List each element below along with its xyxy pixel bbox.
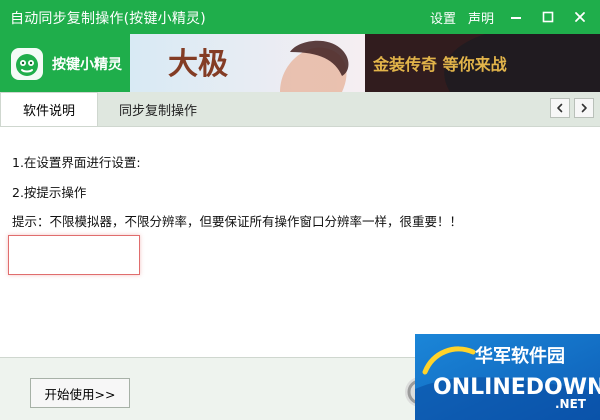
- ad-right-art: 金装传奇 等你来战: [365, 34, 600, 92]
- tab-bar: 软件说明 同步复制操作: [0, 92, 600, 127]
- ad-right-text: 金装传奇 等你来战: [372, 55, 507, 74]
- title-actions: 设置 声明: [430, 0, 600, 34]
- instruction-line-1: 1.在设置界面进行设置:: [12, 155, 141, 170]
- placeholder-box: [8, 235, 140, 275]
- minimize-icon: [511, 17, 521, 19]
- ad-left-text: 大极: [168, 47, 228, 82]
- tab-label: 同步复制操作: [118, 103, 197, 119]
- chevron-right-icon: [581, 103, 587, 113]
- instruction-line-2: 2.按提示操作: [12, 185, 87, 200]
- watermark: 华军软件园 ONLINEDOWN .NET: [415, 334, 600, 420]
- watermark-cn: 华军软件园: [475, 345, 565, 367]
- title-bar: 自动同步复制操作(按键小精灵) 设置 声明: [0, 0, 600, 34]
- start-button[interactable]: 开始使用>>: [30, 378, 130, 408]
- tab-next-button[interactable]: [574, 98, 594, 118]
- maximize-icon: [542, 11, 554, 23]
- close-button[interactable]: [570, 7, 590, 27]
- statement-link[interactable]: 声明: [468, 8, 494, 27]
- window-title: 自动同步复制操作(按键小精灵): [10, 11, 206, 27]
- close-icon: [575, 12, 585, 22]
- ad-banner[interactable]: 大极 金装传奇 等你来战: [130, 34, 600, 92]
- settings-link[interactable]: 设置: [430, 8, 456, 27]
- sprite-logo-icon: [11, 48, 43, 80]
- watermark-suffix: .NET: [555, 397, 587, 411]
- tab-navigation: [550, 98, 594, 118]
- ad-left-art: 大极: [130, 34, 365, 92]
- minimize-button[interactable]: [506, 7, 526, 27]
- tab-label: 软件说明: [22, 104, 75, 119]
- tab-prev-button[interactable]: [550, 98, 570, 118]
- chevron-left-icon: [557, 103, 563, 113]
- app-logo: 按键小精灵: [10, 46, 122, 82]
- maximize-button[interactable]: [538, 7, 558, 27]
- tab-content: 1.在设置界面进行设置: 2.按提示操作 提示：不限模拟器，不限分辨率，但要保证…: [0, 126, 600, 358]
- banner: 按键小精灵 大极 金装传奇 等你来战: [0, 34, 600, 92]
- tab-software-description[interactable]: 软件说明: [0, 92, 98, 126]
- instruction-tip: 提示：不限模拟器，不限分辨率，但要保证所有操作窗口分辨率一样，很重要！！: [12, 214, 463, 229]
- logo-text: 按键小精灵: [52, 57, 122, 73]
- footer: 开始使用>> 华军软件园 ONLINEDOWN .NET: [0, 334, 600, 420]
- tab-sync-copy[interactable]: 同步复制操作: [98, 92, 218, 126]
- app-window: 自动同步复制操作(按键小精灵) 设置 声明 按键小精灵 大极 金装传奇 等你来战…: [0, 0, 600, 420]
